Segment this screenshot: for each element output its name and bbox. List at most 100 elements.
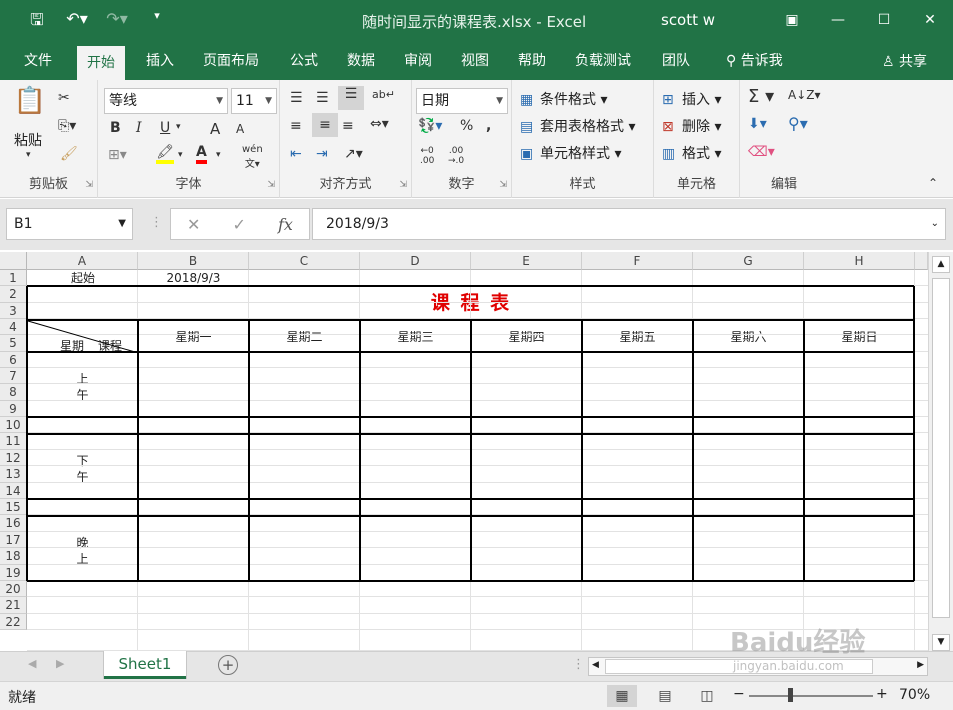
decrease-indent-icon[interactable]: ⇤ (290, 146, 302, 162)
tab-page-layout[interactable]: 页面布局 (193, 42, 269, 80)
wrap-text-icon[interactable]: ab↵ (372, 88, 395, 101)
align-middle-icon[interactable]: ☰ (316, 90, 329, 106)
save-icon[interactable]: 🖫 (26, 9, 48, 36)
zoom-in-button[interactable]: + (876, 686, 888, 702)
copy-icon[interactable]: ⎘▾ (58, 118, 76, 134)
scroll-right-icon[interactable]: ▶ (917, 660, 924, 670)
column-header[interactable]: A (27, 252, 138, 270)
row-header[interactable]: 2 (0, 286, 27, 303)
dialog-launcher-icon[interactable]: ⇲ (267, 180, 275, 190)
align-bottom-icon[interactable]: ☰ (338, 86, 364, 110)
fill-color-dropdown-icon[interactable]: ▾ (178, 150, 183, 160)
name-box[interactable]: B1 ▼ (6, 208, 133, 240)
weekday-header[interactable]: 星期日 (804, 328, 915, 345)
schedule-title[interactable]: 课 程 表 (28, 286, 914, 321)
row-header[interactable]: 8 (0, 384, 27, 401)
format-painter-icon[interactable]: 🖌 (60, 146, 78, 162)
tab-view[interactable]: 视图 (451, 42, 499, 80)
percent-icon[interactable]: % (460, 118, 473, 134)
currency-icon[interactable]: 💱▾ (418, 118, 442, 134)
share-button[interactable]: ♙ 共享 (882, 42, 927, 82)
sort-filter-icon[interactable]: A↓Z▾ (788, 88, 821, 102)
tab-review[interactable]: 审阅 (394, 42, 442, 80)
column-header[interactable]: G (693, 252, 804, 270)
customize-qat-icon[interactable]: ▾ (146, 9, 168, 36)
insert-function-icon[interactable]: fx (278, 215, 293, 234)
find-select-icon[interactable]: ⚲▾ (788, 114, 808, 133)
scroll-down-icon[interactable]: ▼ (932, 634, 950, 651)
cut-icon[interactable]: ✂ (58, 90, 70, 106)
underline-dropdown-icon[interactable]: ▾ (176, 122, 181, 132)
orientation-icon[interactable]: ↗▾ (344, 146, 363, 162)
increase-indent-icon[interactable]: ⇥ (316, 146, 328, 162)
column-header[interactable]: D (360, 252, 471, 270)
period-label[interactable]: 上 (27, 370, 138, 387)
row-header[interactable]: 4 (0, 319, 27, 335)
plus-icon[interactable]: + (218, 655, 238, 675)
row-header[interactable]: 18 (0, 548, 27, 565)
redo-icon[interactable]: ↷▾ (106, 9, 128, 36)
font-color-icon[interactable]: A (196, 144, 207, 164)
font-size-box[interactable]: 11 ▼ (231, 88, 277, 114)
format-as-table-button[interactable]: ▤ 套用表格格式 ▾ (520, 116, 635, 136)
tab-file[interactable]: 文件 (14, 42, 62, 80)
undo-icon[interactable]: ↶▾ (66, 9, 88, 36)
row-header[interactable]: 9 (0, 401, 27, 417)
clear-icon[interactable]: ⌫▾ (748, 144, 775, 160)
weekday-header[interactable]: 星期五 (582, 328, 693, 345)
row-header[interactable]: 16 (0, 515, 27, 532)
row-header[interactable]: 19 (0, 565, 27, 581)
insert-cells-button[interactable]: ⊞ 插入 ▾ (662, 89, 721, 109)
italic-button[interactable]: I (136, 120, 142, 136)
zoom-level[interactable]: 70% (899, 687, 930, 703)
tab-insert[interactable]: 插入 (136, 42, 184, 80)
sheet-tab-sheet1[interactable]: Sheet1 (104, 651, 186, 679)
merge-center-icon[interactable]: ⇔▾ (370, 116, 389, 132)
tab-help[interactable]: 帮助 (508, 42, 556, 80)
sheet-prev-icon[interactable]: ◀ (28, 657, 36, 670)
column-header[interactable]: B (138, 252, 249, 270)
row-header[interactable]: 15 (0, 499, 27, 515)
align-left-icon[interactable]: ≡ (290, 118, 302, 134)
column-header[interactable]: F (582, 252, 693, 270)
conditional-formatting-button[interactable]: ▦ 条件格式 ▾ (520, 89, 607, 109)
row-header[interactable]: 1 (0, 270, 27, 286)
dialog-launcher-icon[interactable]: ⇲ (499, 180, 507, 190)
normal-view-icon[interactable]: ▦ (607, 685, 637, 707)
weekday-header[interactable]: 星期一 (138, 328, 249, 345)
tab-load-test[interactable]: 负载测试 (565, 42, 641, 80)
column-header[interactable]: H (804, 252, 915, 270)
paste-icon[interactable]: 📋 (12, 86, 48, 116)
page-layout-view-icon[interactable]: ▤ (650, 685, 680, 707)
period-label[interactable]: 晚 (27, 534, 138, 551)
row-header[interactable]: 10 (0, 417, 27, 433)
fill-color-icon[interactable]: 🖍 (156, 144, 174, 164)
weekday-header[interactable]: 星期二 (249, 328, 360, 345)
row-header[interactable]: 14 (0, 483, 27, 499)
page-break-view-icon[interactable]: ◫ (692, 685, 722, 707)
autosum-icon[interactable]: Σ ▾ (748, 86, 774, 107)
comma-icon[interactable]: , (486, 118, 491, 134)
row-header[interactable]: 17 (0, 532, 27, 548)
dialog-launcher-icon[interactable]: ⇲ (399, 180, 407, 190)
tab-data[interactable]: 数据 (337, 42, 385, 80)
tab-home[interactable]: 开始 (77, 46, 125, 80)
zoom-out-button[interactable]: − (733, 686, 745, 702)
format-cells-button[interactable]: ▥ 格式 ▾ (662, 143, 721, 163)
grow-font-button[interactable]: A (210, 120, 220, 138)
font-color-dropdown-icon[interactable]: ▾ (216, 150, 221, 160)
cell-a1[interactable]: 起始 (28, 270, 138, 286)
increase-decimal-icon[interactable]: ←0.00 (420, 146, 434, 166)
tab-team[interactable]: 团队 (652, 42, 700, 80)
align-center-icon[interactable]: ≡ (312, 113, 338, 137)
worksheet-grid[interactable]: 起始 2018/9/3 课 程 表 星期 课程 星期一星期二星期三星期四星期五星… (0, 252, 928, 651)
align-right-icon[interactable]: ≡ (342, 118, 354, 134)
vertical-scroll-thumb[interactable] (932, 278, 950, 618)
row-header[interactable]: 20 (0, 581, 27, 597)
formula-input[interactable]: 2018/9/3 ⌄ (312, 208, 946, 240)
row-header[interactable]: 21 (0, 597, 27, 614)
row-header[interactable]: 11 (0, 433, 27, 450)
fill-icon[interactable]: ⬇▾ (748, 116, 767, 132)
delete-cells-button[interactable]: ⊠ 删除 ▾ (662, 116, 721, 136)
row-header[interactable]: 7 (0, 368, 27, 384)
